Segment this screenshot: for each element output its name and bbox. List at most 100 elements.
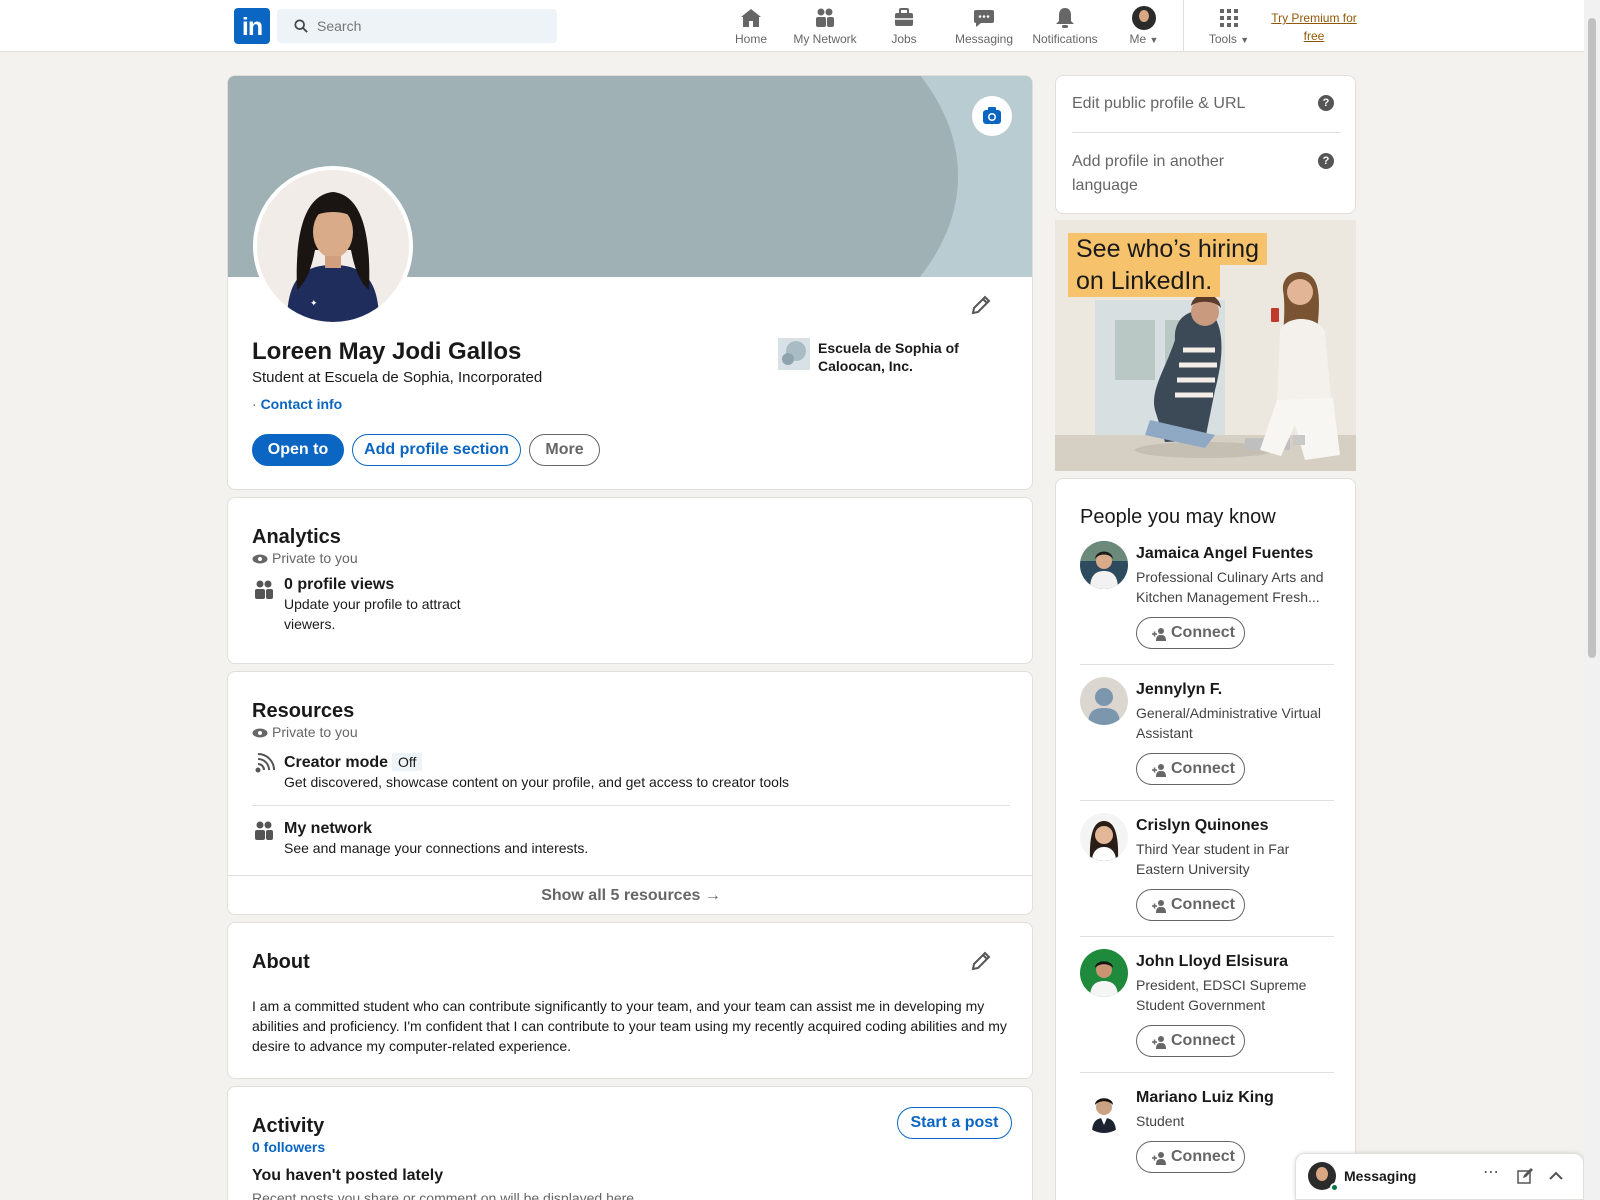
search-input[interactable] [317, 9, 547, 43]
eye-icon [252, 554, 268, 564]
chat-icon [974, 10, 994, 27]
linkedin-logo[interactable]: in [234, 8, 270, 44]
connect-button[interactable]: Connect [1136, 1025, 1245, 1057]
open-to-button[interactable]: Open to [252, 434, 344, 466]
contact-separator: · [252, 396, 257, 412]
creator-mode-desc: Get discovered, showcase content on your… [284, 774, 790, 790]
show-all-resources-link[interactable]: Show all 5 resources → [228, 876, 1032, 914]
my-network-item[interactable]: My network See and manage your connectio… [284, 820, 1004, 858]
nav-tools-label: Tools ▼ [1208, 32, 1250, 46]
ad-headline-line1: See who’s hiring [1068, 233, 1267, 265]
briefcase-icon [895, 8, 913, 26]
followers-link[interactable]: 0 followers [252, 1139, 325, 1155]
profile-photo[interactable]: ✦ [253, 166, 413, 326]
pymk-person: Crislyn Quinones Third Year student in F… [1080, 813, 1334, 923]
pymk-headline: Third Year student in Far Eastern Univer… [1136, 841, 1290, 877]
pymk-name[interactable]: John Lloyd Elsisura [1136, 953, 1288, 971]
activity-card: Activity 0 followers Start a post You ha… [227, 1086, 1033, 1200]
people-you-may-know-card: People you may know Jamaica Angel Fuente… [1055, 478, 1356, 1200]
activity-title: Activity [252, 1115, 325, 1137]
avatar[interactable] [1080, 949, 1128, 997]
creator-mode-title: Creator mode Off [284, 753, 1004, 772]
my-network-title: My network [284, 820, 373, 837]
ad-headline-line2: on LinkedIn. [1068, 265, 1221, 297]
edit-public-profile-link[interactable]: Edit public profile & URL [1072, 92, 1245, 116]
pymk-name[interactable]: Crislyn Quinones [1136, 817, 1268, 835]
connect-button[interactable]: Connect [1136, 617, 1245, 649]
scrollbar-thumb[interactable] [1588, 18, 1596, 658]
nav-home[interactable]: Home [728, 6, 774, 46]
profile-views-item[interactable]: 0 profile views Update your profile to a… [284, 576, 544, 634]
hiring-advertisement[interactable]: See who’s hiring on LinkedIn. [1055, 220, 1356, 471]
pymk-headline: General/Administrative Virtual Assistant [1136, 705, 1321, 741]
add-language-profile-link[interactable]: Add profile in another language [1072, 150, 1292, 198]
add-person-icon [1152, 628, 1166, 641]
profile-headline: Student at Escuela de Sophia, Incorporat… [252, 369, 543, 386]
nav-messaging[interactable]: Messaging [954, 6, 1014, 46]
chevron-up-icon[interactable] [1548, 1170, 1564, 1182]
eye-icon [252, 728, 268, 738]
avatar[interactable] [1080, 813, 1128, 861]
contact-info-link[interactable]: Contact info [261, 396, 343, 412]
analytics-title: Analytics [252, 526, 341, 548]
help-icon[interactable]: ? [1318, 95, 1334, 111]
pymk-name[interactable]: Mariano Luiz King [1136, 1089, 1274, 1107]
add-person-icon [1152, 900, 1166, 913]
connect-button[interactable]: Connect [1136, 1141, 1245, 1173]
nav-home-label: Home [734, 32, 767, 46]
avatar[interactable] [1080, 677, 1128, 725]
nav-jobs[interactable]: Jobs [884, 6, 924, 46]
try-premium-link[interactable]: Try Premium for free [1268, 9, 1360, 45]
nav-tools[interactable]: Tools ▼ [1206, 6, 1252, 46]
activity-empty-title: You haven't posted lately [252, 1167, 444, 1184]
profile-views-desc: Update your profile to attract viewers. [284, 596, 461, 632]
nav-notifications[interactable]: Notifications [1030, 6, 1100, 46]
search-bar[interactable] [277, 9, 557, 43]
pymk-headline: Student [1136, 1113, 1185, 1129]
messaging-label: Messaging [1344, 1168, 1417, 1184]
help-icon[interactable]: ? [1318, 153, 1334, 169]
messaging-overlay-bar[interactable]: Messaging ⋯ [1295, 1153, 1584, 1200]
resources-private-label: Private to you [252, 724, 358, 740]
start-post-button[interactable]: Start a post [897, 1107, 1012, 1139]
add-profile-section-button[interactable]: Add profile section [352, 434, 521, 466]
network-icon [816, 8, 834, 27]
creator-mode-status-badge: Off [392, 753, 423, 771]
compose-message-icon[interactable] [1517, 1168, 1533, 1184]
creator-mode-icon [255, 753, 275, 773]
edit-about-pencil-icon[interactable] [969, 949, 993, 973]
creator-mode-item[interactable]: Creator mode Off Get discovered, showcase… [284, 753, 1004, 792]
nav-jobs-label: Jobs [891, 32, 917, 46]
more-options-icon[interactable]: ⋯ [1483, 1162, 1500, 1182]
nav-me[interactable]: Me ▼ [1126, 6, 1162, 46]
avatar[interactable] [1080, 541, 1128, 589]
profile-card: ✦ Loreen May Jodi Gallos Student at Escu… [227, 75, 1033, 490]
resources-title: Resources [252, 700, 355, 722]
divider [1080, 800, 1334, 801]
more-button[interactable]: More [529, 434, 600, 466]
pymk-headline: Professional Culinary Arts and Kitchen M… [1136, 569, 1324, 605]
about-title: About [252, 951, 310, 973]
svg-text:✦: ✦ [310, 299, 318, 309]
caret-down-icon: ▼ [1149, 35, 1159, 45]
connect-button[interactable]: Connect [1136, 889, 1245, 921]
avatar [1132, 6, 1156, 30]
edit-intro-pencil-icon[interactable] [969, 293, 993, 317]
nav-messaging-label: Messaging [954, 32, 1014, 46]
people-icon [255, 580, 273, 599]
activity-empty-desc: Recent posts you share or comment on wil… [252, 1190, 638, 1200]
edit-banner-button[interactable] [972, 96, 1012, 136]
caret-down-icon: ▼ [1240, 35, 1250, 45]
search-icon [294, 19, 308, 33]
people-icon [255, 821, 273, 840]
pymk-name[interactable]: Jennylyn F. [1136, 681, 1222, 699]
profile-name: Loreen May Jodi Gallos [252, 338, 522, 365]
divider [252, 805, 1010, 806]
pymk-person: John Lloyd Elsisura President, EDSCI Sup… [1080, 949, 1334, 1059]
nav-divider [1183, 0, 1184, 52]
pymk-name[interactable]: Jamaica Angel Fuentes [1136, 545, 1313, 563]
nav-my-network[interactable]: My Network [790, 6, 860, 46]
avatar[interactable] [1080, 1085, 1128, 1133]
school-logo [778, 338, 810, 370]
connect-button[interactable]: Connect [1136, 753, 1245, 785]
